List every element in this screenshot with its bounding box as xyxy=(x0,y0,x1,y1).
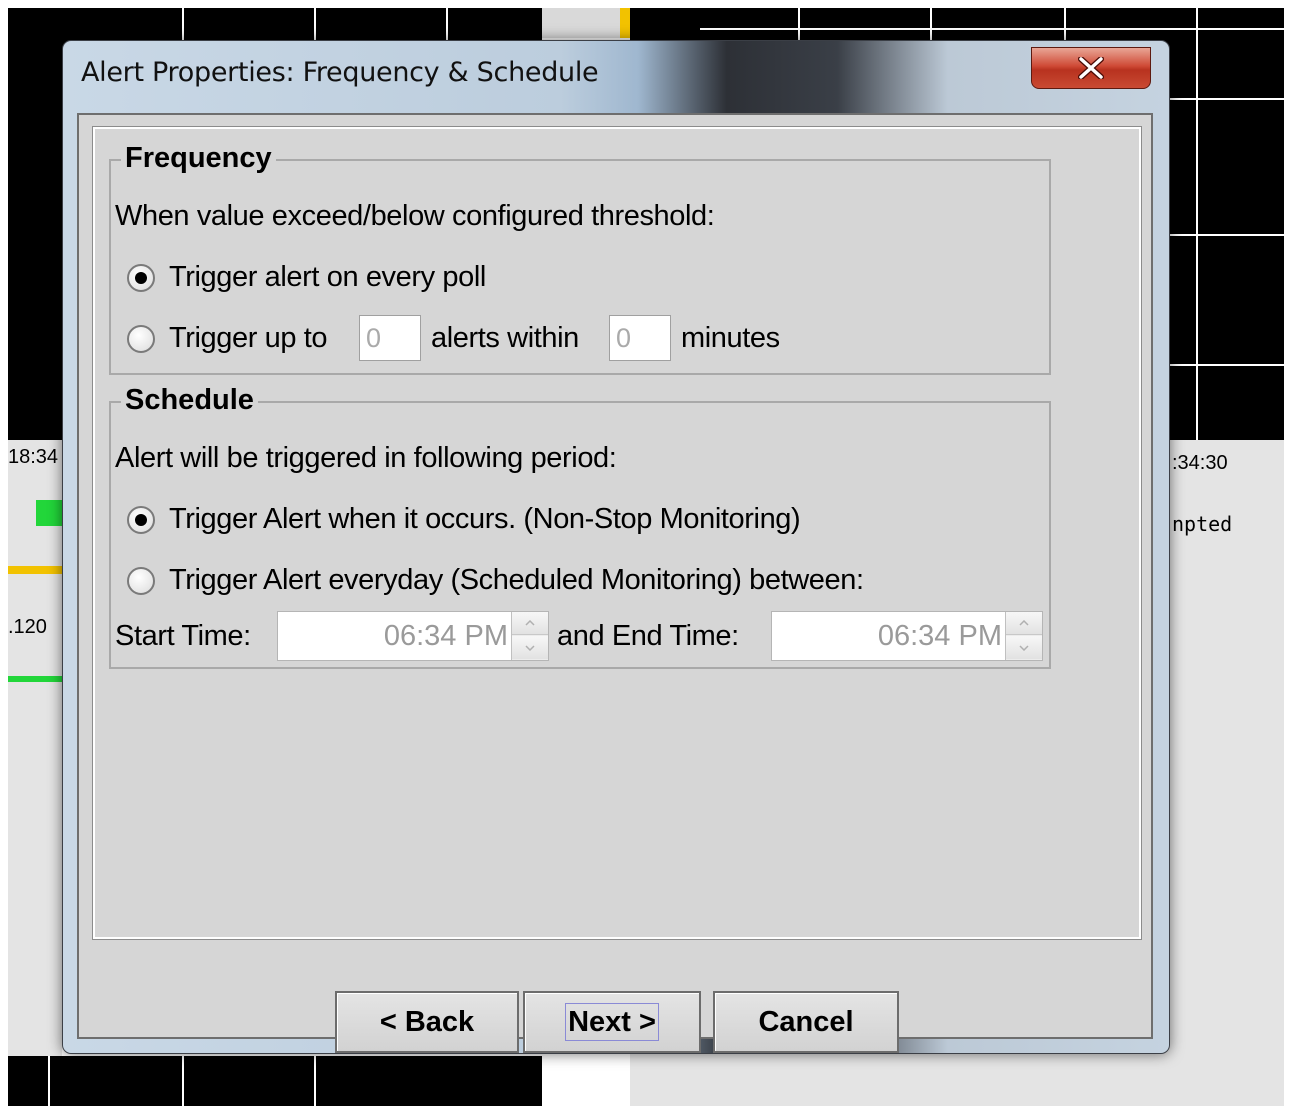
frequency-group: Frequency When value exceed/below config… xyxy=(109,141,1051,375)
trigger-up-to-label[interactable]: Trigger up to xyxy=(169,321,328,355)
close-icon xyxy=(1078,57,1104,79)
back-button[interactable]: < Back xyxy=(335,991,519,1053)
end-time-value[interactable]: 06:34 PM xyxy=(878,612,1002,660)
grid-line xyxy=(182,1056,184,1106)
grid-line xyxy=(48,1056,50,1106)
grid-line xyxy=(1170,234,1284,236)
alert-properties-dialog: Alert Properties: Frequency & Schedule F… xyxy=(62,40,1170,1054)
start-time-spinner-arrows xyxy=(511,612,548,660)
end-time-increment-button[interactable] xyxy=(1006,612,1042,635)
radio-non-stop-monitoring[interactable] xyxy=(127,506,155,534)
alerts-within-label: alerts within xyxy=(431,322,579,354)
arrow-down-icon xyxy=(1019,644,1029,651)
end-time-spinner-arrows xyxy=(1005,612,1042,660)
close-button[interactable] xyxy=(1031,47,1151,89)
non-stop-monitoring-label[interactable]: Trigger Alert when it occurs. (Non-Stop … xyxy=(169,502,801,536)
grid-line xyxy=(314,1056,316,1106)
start-time-decrement-button[interactable] xyxy=(512,636,548,659)
background-lower-dark xyxy=(8,1056,542,1106)
scheduled-monitoring-label[interactable]: Trigger Alert everyday (Scheduled Monito… xyxy=(169,563,864,597)
dialog-client-area: Frequency When value exceed/below config… xyxy=(77,113,1153,1053)
end-time-decrement-button[interactable] xyxy=(1006,636,1042,659)
schedule-description: Alert will be triggered in following per… xyxy=(115,442,617,474)
background-time-label: 18:34 xyxy=(8,446,59,468)
trigger-every-poll-label[interactable]: Trigger alert on every poll xyxy=(169,260,486,294)
radio-scheduled-monitoring[interactable] xyxy=(127,567,155,595)
schedule-group-title: Schedule xyxy=(121,383,258,417)
background-marker-yellow xyxy=(8,566,62,574)
frequency-group-title: Frequency xyxy=(121,141,276,175)
arrow-up-icon xyxy=(525,620,535,626)
background-marker-yellow xyxy=(620,8,630,38)
grid-line xyxy=(1196,8,1198,440)
cancel-button[interactable]: Cancel xyxy=(713,991,899,1053)
frequency-description: When value exceed/below configured thres… xyxy=(115,200,715,232)
wizard-content-panel: Frequency When value exceed/below config… xyxy=(92,126,1142,940)
background-value-label: .120 xyxy=(8,616,47,638)
alerts-count-field[interactable]: 0 xyxy=(359,315,421,361)
minutes-label: minutes xyxy=(681,322,780,354)
background-status-indicator xyxy=(8,676,62,682)
schedule-group: Schedule Alert will be triggered in foll… xyxy=(109,383,1051,669)
end-time-spinner[interactable]: 06:34 PM xyxy=(771,611,1043,661)
background-header-cell xyxy=(542,8,630,38)
grid-line xyxy=(1170,364,1284,366)
background-status-label: npted xyxy=(1172,512,1233,536)
start-time-spinner[interactable]: 06:34 PM xyxy=(277,611,549,661)
cancel-button-label: Cancel xyxy=(758,1005,854,1038)
minutes-field[interactable]: 0 xyxy=(609,315,671,361)
start-time-label: Start Time: xyxy=(115,620,251,652)
radio-trigger-every-poll[interactable] xyxy=(127,264,155,292)
grid-line xyxy=(700,28,1284,30)
grid-line xyxy=(1170,98,1284,100)
background-left-strip xyxy=(8,440,62,1106)
start-time-increment-button[interactable] xyxy=(512,612,548,635)
background-time-label: :34:30 xyxy=(1172,452,1228,474)
next-button[interactable]: Next > xyxy=(523,991,701,1053)
arrow-up-icon xyxy=(1019,620,1029,626)
background-status-indicator xyxy=(36,500,62,526)
dialog-title: Alert Properties: Frequency & Schedule xyxy=(81,57,599,88)
next-button-label: Next > xyxy=(565,1003,659,1041)
end-time-label: and End Time: xyxy=(557,620,739,652)
back-button-label: < Back xyxy=(379,1005,475,1038)
radio-trigger-up-to[interactable] xyxy=(127,325,155,353)
background-tick-label: 4 xyxy=(688,14,701,39)
start-time-value[interactable]: 06:34 PM xyxy=(384,612,508,660)
arrow-down-icon xyxy=(525,644,535,651)
